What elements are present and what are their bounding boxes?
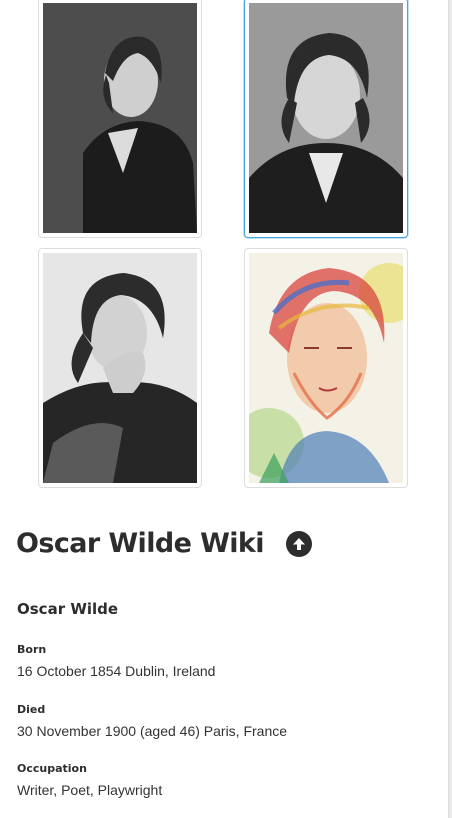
oscar-wilde-looking-up-photo [249, 3, 403, 233]
oscar-wilde-profile-photo [43, 3, 197, 233]
died-value: 30 November 1900 (aged 46) Paris, France [17, 723, 288, 739]
scroll-to-top-button[interactable] [285, 530, 312, 557]
gallery-thumb-4[interactable] [244, 248, 408, 488]
infobox-field-died: Died 30 November 1900 (aged 46) Paris, F… [17, 703, 287, 739]
title-row: Oscar Wilde Wiki [16, 528, 312, 559]
page-title: Oscar Wilde Wiki [16, 528, 265, 559]
infobox-field-occupation: Occupation Writer, Poet, Playwright [17, 762, 162, 798]
page-right-border [448, 0, 452, 818]
born-label: Born [17, 643, 47, 656]
oscar-wilde-watercolor-portrait [249, 253, 403, 483]
oscar-wilde-hand-chin-photo [43, 253, 197, 483]
gallery-thumb-2[interactable] [244, 0, 408, 238]
died-label: Died [17, 703, 46, 716]
infobox-field-born: Born 16 October 1854 Dublin, Ireland [17, 643, 215, 679]
born-value: 16 October 1854 Dublin, Ireland [17, 663, 216, 679]
gallery-thumb-1[interactable] [38, 0, 202, 238]
gallery-thumb-3[interactable] [38, 248, 202, 488]
occupation-value: Writer, Poet, Playwright [17, 782, 163, 798]
occupation-label: Occupation [17, 762, 87, 775]
infobox-name: Oscar Wilde [17, 600, 119, 618]
image-gallery [0, 0, 448, 500]
arrow-up-icon [292, 537, 305, 550]
